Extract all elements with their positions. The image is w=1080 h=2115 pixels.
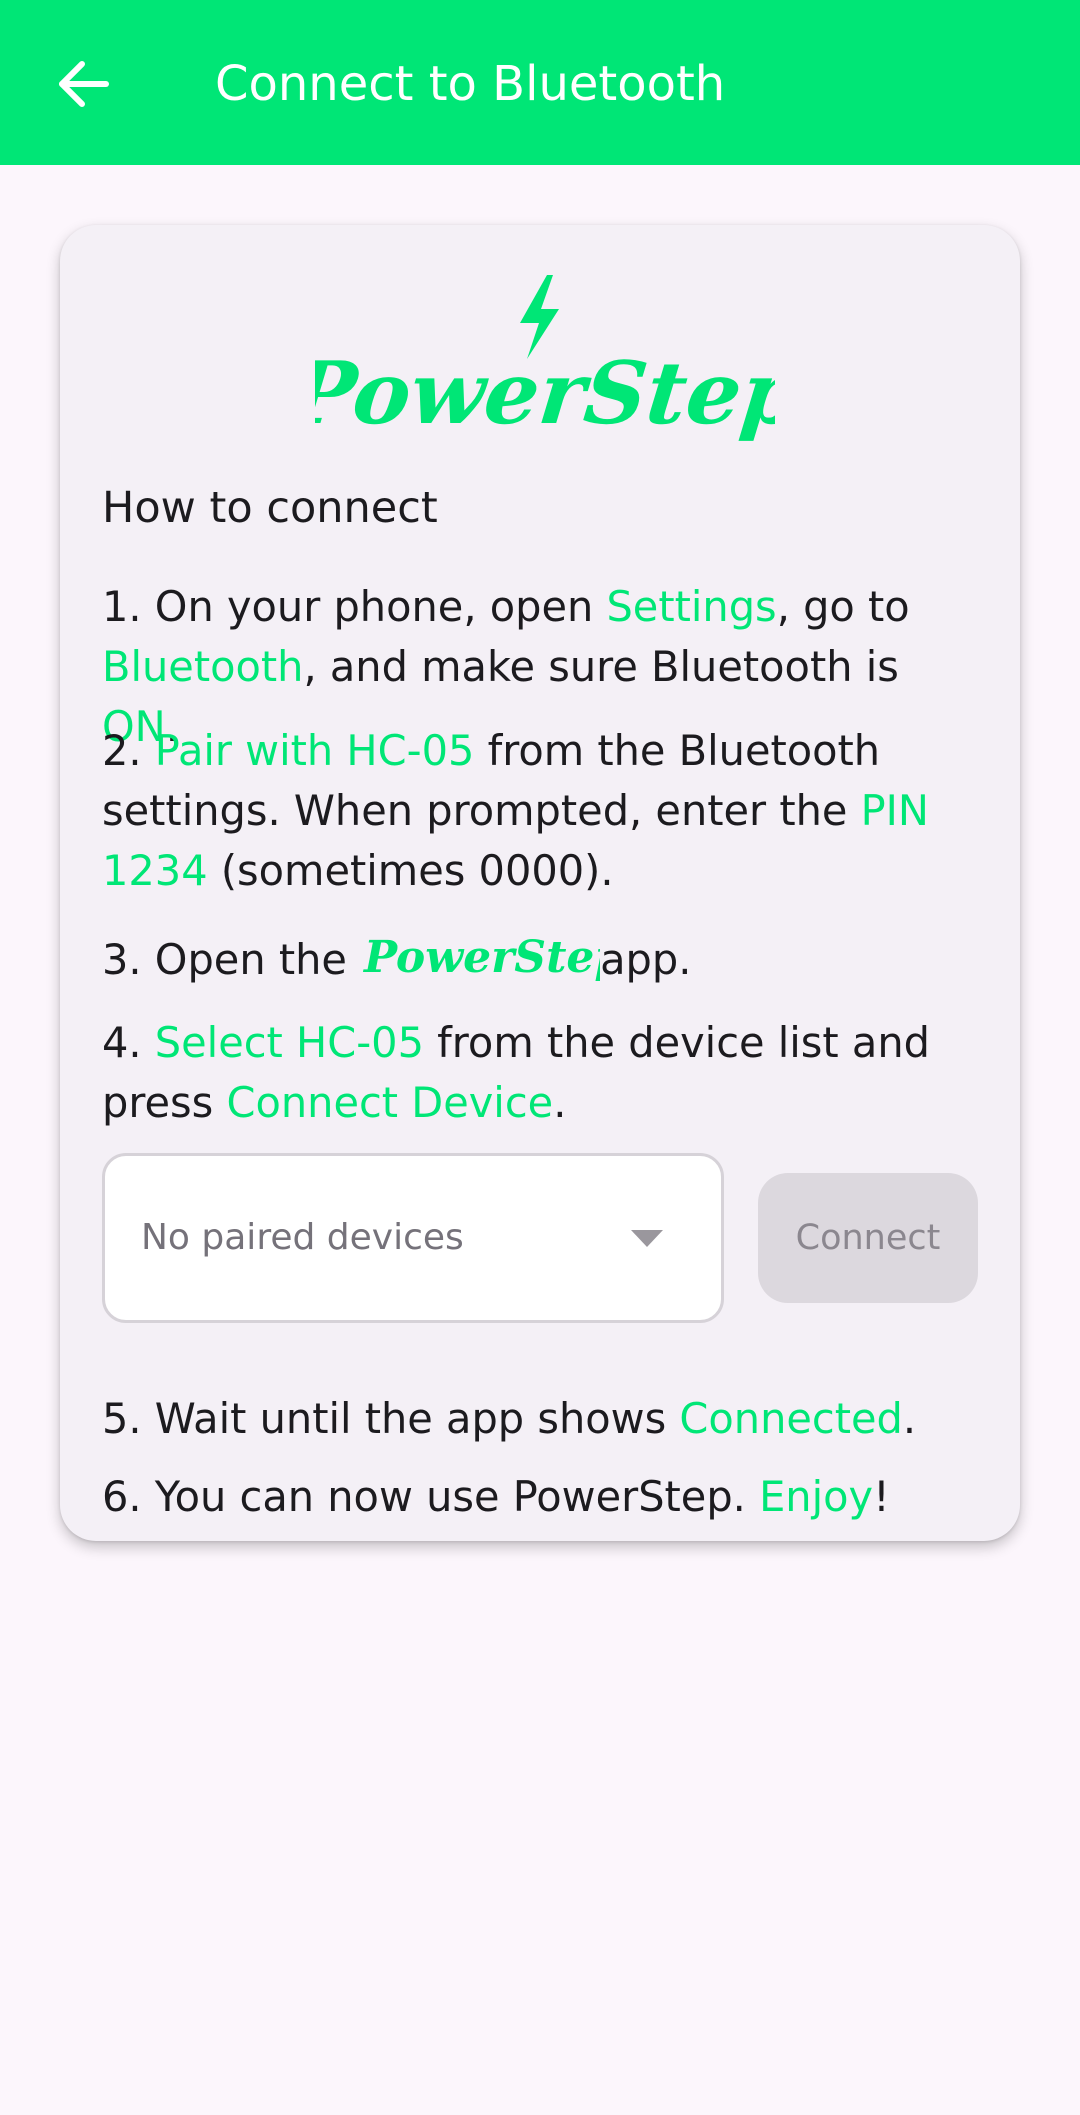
step-text: . (902, 1394, 917, 1443)
highlight-text: Enjoy (759, 1472, 874, 1521)
step-text: 4. (102, 1018, 155, 1067)
highlight-text: Connected (679, 1394, 903, 1443)
connect-button[interactable]: Connect (758, 1173, 978, 1303)
highlight-text: Bluetooth (102, 642, 304, 691)
step-text: , go to (776, 582, 910, 631)
highlight-text: Select HC-05 (154, 1018, 424, 1067)
step-text: 6. You can now use PowerStep. (102, 1472, 760, 1521)
inline-powerstep-logo: PowerStep (362, 932, 600, 983)
highlight-text: Pair with HC-05 (154, 726, 475, 775)
how-to-heading: How to connect (102, 483, 438, 533)
back-button[interactable] (54, 54, 114, 114)
powerstep-logo: PowerStep (315, 275, 775, 443)
step-text: ! (873, 1472, 890, 1521)
highlight-text: Settings (606, 582, 777, 631)
device-select[interactable]: No paired devices (102, 1153, 724, 1323)
step-6-text: 6. You can now use PowerStep. Enjoy! (102, 1467, 987, 1527)
step-text: 1. On your phone, open (102, 582, 607, 631)
step-text: . (553, 1078, 567, 1127)
device-select-value: No paired devices (141, 1217, 464, 1258)
step-3-text: 3. Open the PowerStep app. (102, 922, 987, 990)
step-4-text: 4. Select HC-05 from the device list and… (102, 1013, 987, 1133)
step-text: , and make sure Bluetooth is (303, 642, 899, 691)
step-text: 5. Wait until the app shows (102, 1394, 680, 1443)
step-5-text: 5. Wait until the app shows Connected. (102, 1389, 987, 1449)
step-text: 2. (102, 726, 155, 775)
logo-wordmark: PowerStep (315, 343, 775, 443)
dropdown-caret-icon (631, 1230, 663, 1247)
step-3-after: app. (600, 935, 692, 984)
page-title: Connect to Bluetooth (215, 56, 726, 112)
step-text: (sometimes 0000). (207, 846, 614, 895)
step-3-before: 3. Open the (102, 935, 361, 984)
arrow-left-icon (59, 61, 109, 107)
step-2-text: 2. Pair with HC-05 from the Bluetooth se… (102, 721, 987, 901)
app-bar: Connect to Bluetooth (0, 0, 1080, 165)
highlight-text: Connect Device (226, 1078, 554, 1127)
inline-logo-wordmark: PowerStep (362, 932, 600, 983)
instructions-card: PowerStep How to connect 1. On your phon… (60, 225, 1020, 1541)
